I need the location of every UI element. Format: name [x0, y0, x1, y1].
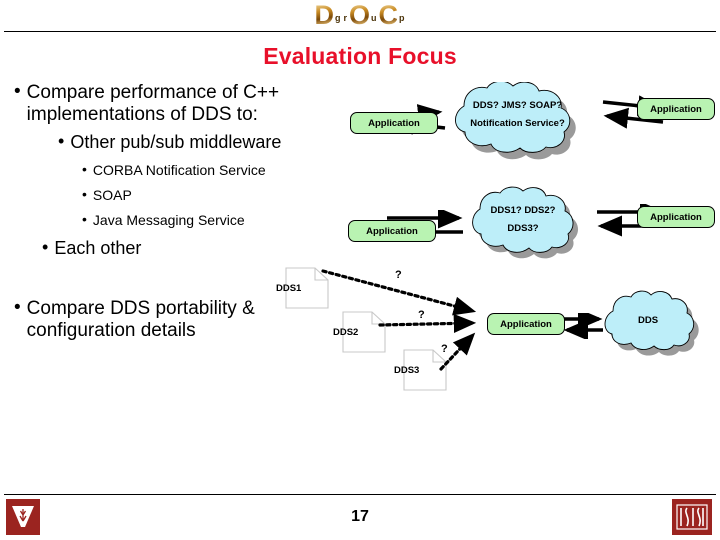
bullet-item-3: • CORBA Notification Service	[82, 162, 342, 179]
logo-letter-d: D	[314, 0, 333, 30]
diagram-middle: DDS1? DDS2? DDS3? Application Applicatio…	[345, 186, 720, 266]
bullet-item-6: • Each other	[42, 238, 322, 259]
cloud-top-line2: Notification Service?	[470, 118, 565, 129]
bullet-text: Compare DDS portability & configuration …	[26, 298, 255, 342]
bullet-item-7: • Compare DDS portability & configuratio…	[14, 298, 314, 343]
question-mark-1: ?	[395, 269, 402, 281]
bullet-marker: •	[42, 237, 49, 257]
diagram-top: DDS? JMS? SOAP? Notification Service? Ap…	[345, 82, 720, 162]
bullet-text: Java Messaging Service	[92, 212, 245, 228]
question-mark-2: ?	[418, 309, 425, 321]
doc-label-dds2: DDS2	[333, 327, 359, 338]
bullet-marker: •	[58, 131, 65, 151]
logo-letter-r: r	[343, 12, 347, 23]
page-number: 17	[351, 508, 369, 525]
cloud-middle-line1: DDS1? DDS2?	[490, 205, 556, 216]
bullet-text: CORBA Notification Service	[92, 162, 266, 178]
cloud-bottom-label: DDS	[637, 315, 659, 326]
header-divider	[4, 31, 716, 32]
isis-logo-icon	[672, 499, 712, 535]
app-box-top-right: Application	[637, 98, 715, 120]
cloud-middle-line2: DDS3?	[507, 223, 539, 234]
page-title: Evaluation Focus	[263, 43, 457, 69]
bullet-marker: •	[82, 186, 87, 202]
doc-label-dds1: DDS1	[276, 283, 302, 294]
bullet-marker: •	[82, 211, 87, 227]
question-mark-3: ?	[441, 343, 448, 355]
logo-letter-c: C	[378, 0, 398, 30]
bullet-marker: •	[82, 161, 87, 177]
bullet-item-5: • Java Messaging Service	[82, 212, 342, 229]
dotted-arrows	[321, 269, 477, 371]
logo-letter-g: g	[334, 12, 341, 23]
bullet-marker: •	[14, 297, 21, 318]
logo-letter-o: O	[349, 0, 370, 30]
bullet-text: SOAP	[92, 187, 132, 203]
logo-letters: D g r O u C p	[314, 1, 405, 29]
bullet-item-2: • Other pub/sub middleware	[58, 132, 358, 153]
cloud-top: DDS? JMS? SOAP? Notification Service?	[430, 82, 605, 160]
cloud-bottom-dds: DDS	[593, 289, 703, 359]
app-box-bottom: Application	[487, 313, 565, 335]
app-box-middle-right: Application	[637, 206, 715, 228]
cloud-middle: DDS1? DDS2? DDS3?	[453, 186, 593, 262]
doc-label-dds3: DDS3	[394, 365, 420, 376]
app-box-top-left: Application	[350, 112, 438, 134]
app-box-middle-left: Application	[348, 220, 436, 242]
bullet-text: Each other	[54, 238, 142, 258]
logo-letter-u: u	[371, 12, 377, 23]
logo-letter-p: p	[399, 12, 405, 23]
diagram-bottom: DDS1 DDS2 DDS3 ? ? ? Application DDS	[275, 265, 720, 391]
cloud-top-line1: DDS? JMS? SOAP?	[472, 100, 563, 111]
bullet-marker: •	[14, 81, 21, 102]
bullet-text: Other pub/sub middleware	[70, 132, 282, 152]
footer-divider	[4, 494, 716, 495]
bullet-text: Compare performance of C++ implementatio…	[26, 82, 280, 126]
doc-group-logo: D g r O u C p	[0, 0, 720, 30]
bullet-item-1: • Compare performance of C++ implementat…	[14, 82, 344, 127]
bullet-item-4: • SOAP	[82, 187, 342, 204]
